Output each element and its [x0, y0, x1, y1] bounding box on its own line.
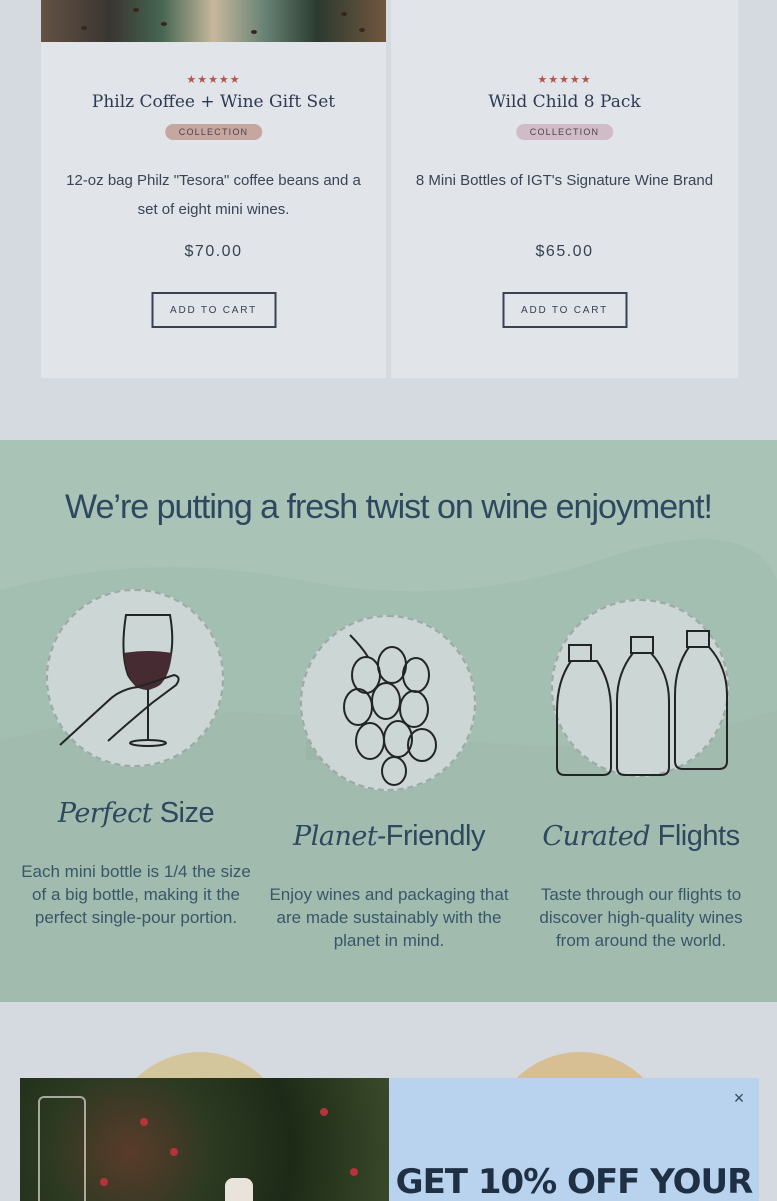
feature-text: Each mini bottle is 1/4 the size of a bi… [21, 862, 251, 927]
product-description: 12-oz bag Philz "Tesora" coffee beans an… [66, 172, 361, 218]
feature-title: Planet-Friendly [293, 820, 485, 852]
product-card[interactable]: ★★★★★ Wild Child 8 Pack COLLECTION 8 Min… [391, 0, 738, 378]
rating-stars: ★★★★★ [186, 74, 241, 86]
features-section: We’re putting a fresh twist on wine enjo… [0, 440, 777, 1002]
mini-bottles-icon [556, 630, 728, 776]
discount-popup: × GET 10% OFF YOUR [20, 1078, 759, 1201]
popup-image [20, 1078, 389, 1201]
popup-offer-heading: GET 10% OFF YOUR [395, 1162, 754, 1201]
feature-text: Taste through our flights to discover hi… [539, 885, 743, 950]
product-card[interactable]: ★★★★★ Philz Coffee + Wine Gift Set COLLE… [41, 0, 386, 378]
bottle-shape [225, 1178, 253, 1201]
feature-title: Curated Flights [542, 820, 740, 852]
feature-icon-circle [551, 599, 729, 777]
product-price: $65.00 [535, 243, 594, 260]
add-to-cart-button[interactable]: ADD TO CART [151, 292, 276, 328]
product-grid: ★★★★★ Philz Coffee + Wine Gift Set COLLE… [0, 0, 777, 440]
product-title[interactable]: Wild Child 8 Pack [391, 92, 738, 112]
section-heading: We’re putting a fresh twist on wine enjo… [65, 488, 713, 526]
collection-badge: COLLECTION [164, 124, 263, 140]
feature-icon-circle [46, 589, 224, 767]
feature-icon-circle [300, 615, 476, 791]
collection-badge: COLLECTION [515, 124, 614, 140]
grapes-icon [343, 634, 437, 786]
product-image[interactable] [41, 0, 386, 42]
glass-shape [38, 1096, 86, 1201]
product-price: $70.00 [184, 243, 243, 260]
rating-stars: ★★★★★ [537, 74, 592, 86]
add-to-cart-button[interactable]: ADD TO CART [502, 292, 627, 328]
wine-glass-hand-icon [59, 614, 180, 747]
feature-title: Perfect Size [57, 797, 215, 829]
product-description: 8 Mini Bottles of IGT's Signature Wine B… [415, 172, 714, 189]
close-icon[interactable]: × [729, 1088, 749, 1108]
product-title[interactable]: Philz Coffee + Wine Gift Set [41, 92, 386, 112]
feature-text: Enjoy wines and packaging that are made … [269, 885, 509, 950]
